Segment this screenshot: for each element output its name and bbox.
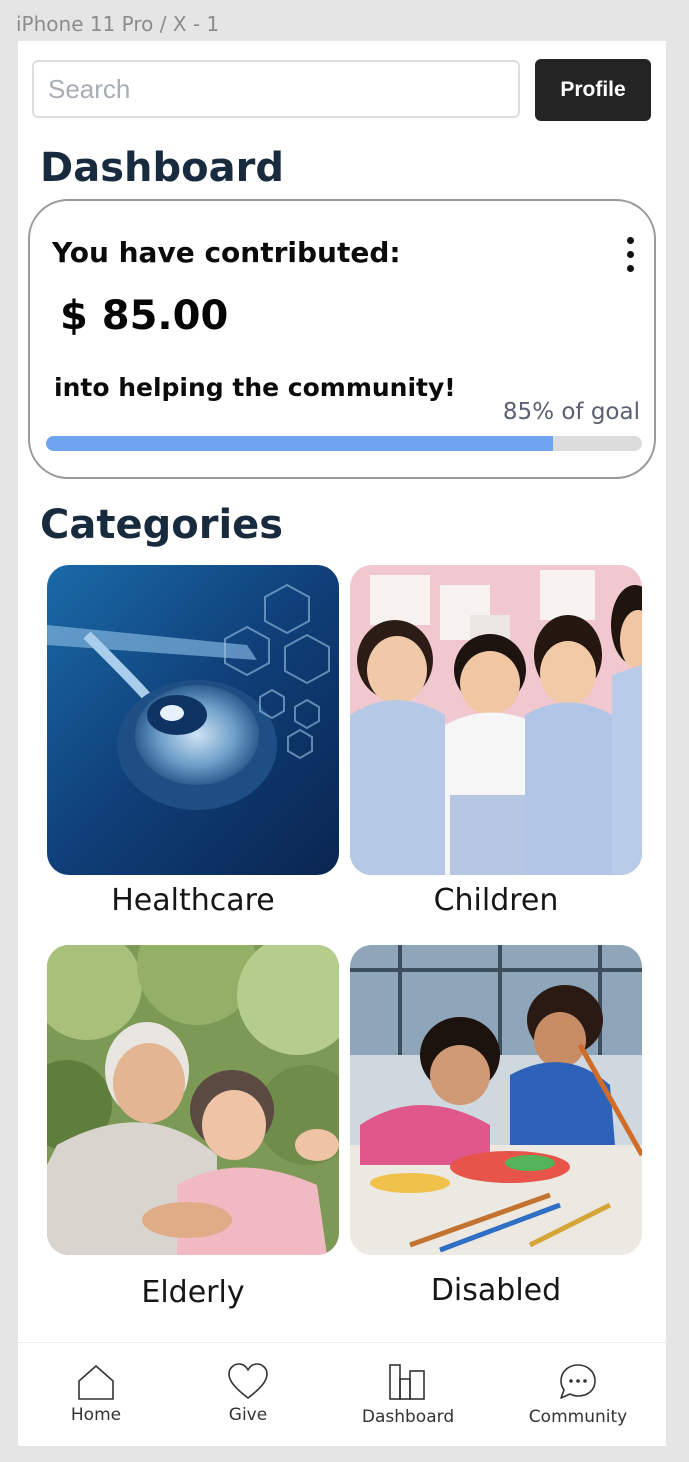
- home-icon: [78, 1365, 114, 1400]
- contribution-amount: $ 85.00: [60, 293, 229, 339]
- profile-button[interactable]: Profile: [535, 59, 651, 121]
- search-input[interactable]: [32, 60, 520, 118]
- contribution-subtitle: into helping the community!: [54, 373, 456, 402]
- category-label: Disabled: [430, 1273, 562, 1308]
- bottom-navigation: Home Give Dashboard Community: [18, 1342, 666, 1446]
- nav-label: Give: [228, 1405, 268, 1425]
- category-elderly[interactable]: Elderly: [47, 945, 339, 1310]
- category-label: Children: [433, 883, 559, 918]
- contribution-card: You have contributed: $ 85.00 into helpi…: [28, 199, 656, 479]
- phone-screen: Profile Dashboard You have contributed: …: [18, 41, 666, 1446]
- bar-chart-icon: [389, 1364, 425, 1400]
- nav-community[interactable]: Community: [523, 1343, 633, 1446]
- nav-label: Home: [70, 1405, 122, 1425]
- more-options-icon[interactable]: [624, 237, 636, 273]
- nav-give[interactable]: Give: [208, 1343, 288, 1446]
- nav-label: Dashboard: [361, 1407, 455, 1427]
- category-label: Healthcare: [111, 883, 275, 918]
- children-image: [350, 565, 642, 875]
- nav-dashboard[interactable]: Dashboard: [358, 1343, 458, 1446]
- elderly-image: [47, 945, 339, 1255]
- goal-progress-fill: [46, 436, 553, 451]
- healthcare-image: [47, 565, 339, 875]
- category-children[interactable]: Children: [350, 565, 642, 918]
- nav-label: Community: [528, 1407, 628, 1427]
- chat-bubble-icon: [560, 1364, 596, 1399]
- contribution-title: You have contributed:: [52, 236, 401, 269]
- frame-label: iPhone 11 Pro / X - 1: [16, 12, 220, 36]
- heart-icon: [228, 1363, 268, 1399]
- page-title: Dashboard: [40, 145, 284, 191]
- disabled-image: [350, 945, 642, 1255]
- goal-percentage: 85% of goal: [502, 399, 640, 425]
- nav-home[interactable]: Home: [56, 1343, 136, 1446]
- goal-progress-bar: [46, 436, 642, 451]
- category-label: Elderly: [141, 1275, 245, 1310]
- category-healthcare[interactable]: Healthcare: [47, 565, 339, 918]
- category-disabled[interactable]: Disabled: [350, 945, 642, 1308]
- categories-title: Categories: [40, 502, 284, 548]
